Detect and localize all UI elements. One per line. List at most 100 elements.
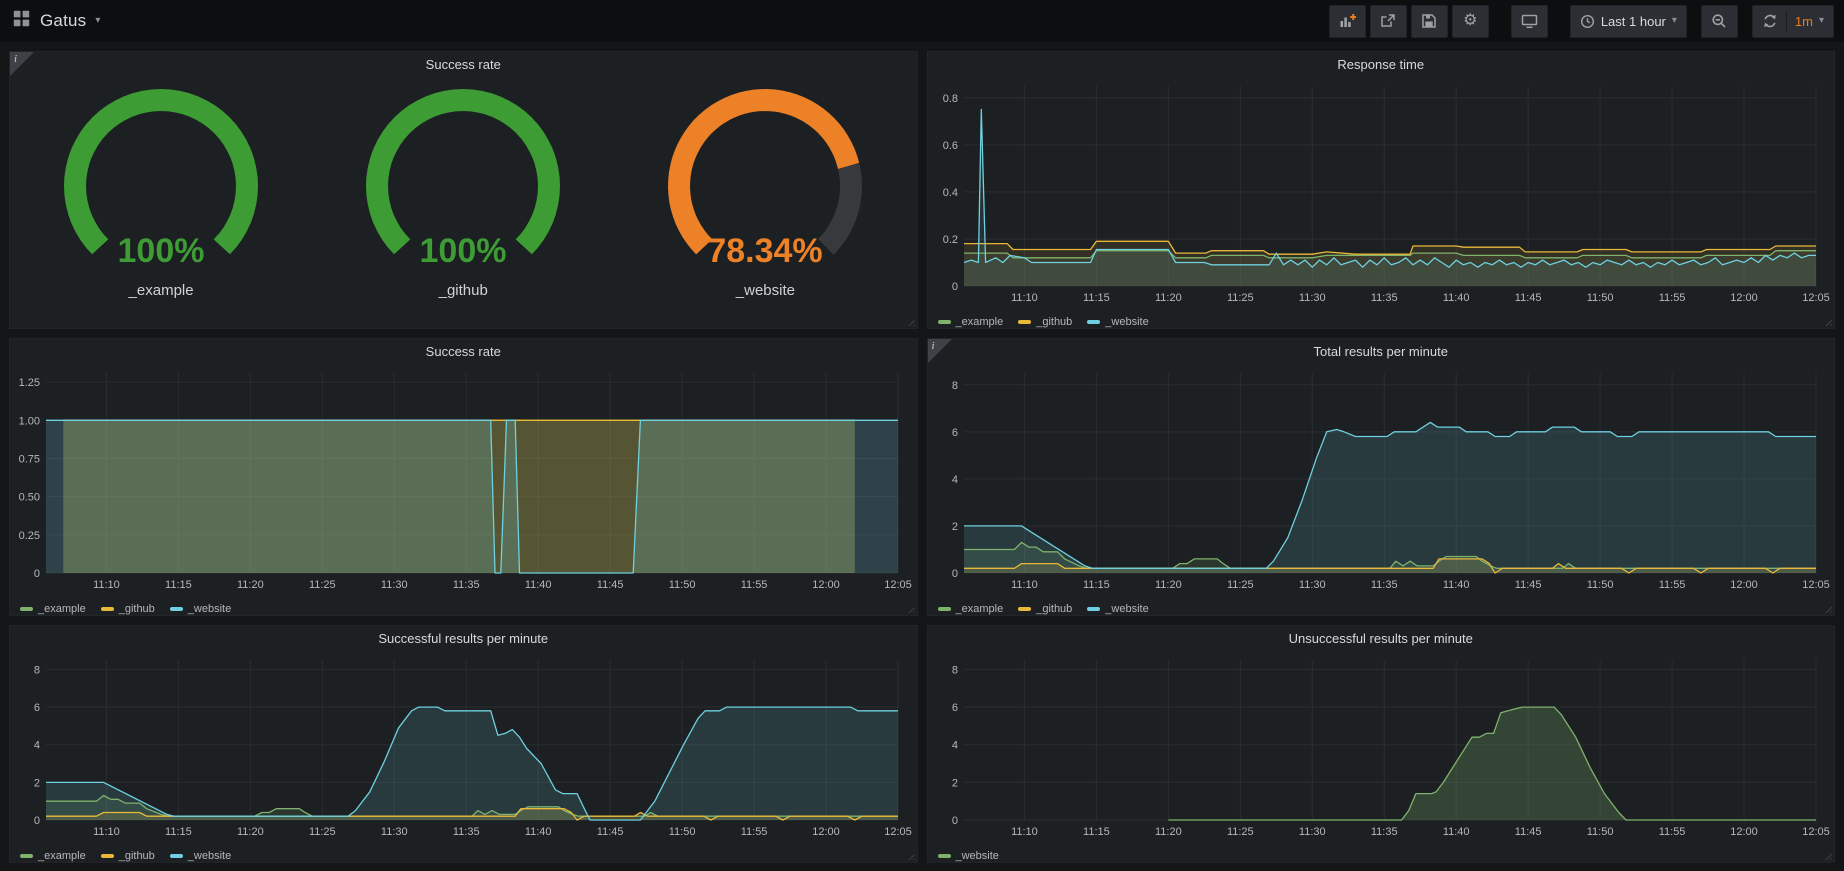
x-tick-label: 11:35	[1370, 826, 1397, 838]
dashboard-grid-icon[interactable]	[12, 9, 31, 33]
legend-series-swatch	[101, 854, 114, 858]
legend-item[interactable]: _github	[1018, 603, 1072, 615]
x-tick-label: 11:35	[453, 826, 480, 838]
legend-series-swatch	[170, 607, 183, 611]
x-tick-label: 11:35	[1370, 292, 1397, 304]
add-panel-icon	[1339, 13, 1356, 29]
x-tick-label: 11:20	[237, 826, 264, 838]
y-tick-label: 2	[34, 777, 40, 789]
panel-info-icon[interactable]: i	[10, 52, 34, 76]
x-tick-label: 12:05	[1802, 826, 1830, 838]
chevron-down-icon: ▾	[95, 16, 100, 26]
panel-title[interactable]: Response time	[928, 52, 1835, 78]
x-tick-label: 12:00	[1730, 292, 1758, 304]
x-tick-label: 11:55	[741, 579, 768, 591]
legend-item[interactable]: _example	[938, 603, 1004, 615]
y-tick-label: 4	[951, 474, 957, 486]
chart-total-results[interactable]: 0246811:1011:1511:2011:2511:3011:3511:40…	[928, 365, 1834, 598]
legend-item[interactable]: _website	[938, 850, 999, 862]
x-tick-label: 11:40	[1442, 579, 1469, 591]
x-tick-label: 11:30	[381, 826, 408, 838]
x-tick-label: 12:05	[884, 826, 912, 838]
chart-unsuccessful-results[interactable]: 0246811:1011:1511:2011:2511:3011:3511:40…	[928, 652, 1834, 845]
chart-legend: _example _github _website	[10, 845, 917, 863]
chart-success-rate[interactable]: 00.250.500.751.001.2511:1011:1511:2011:2…	[10, 365, 916, 598]
legend-series-swatch	[1087, 320, 1100, 324]
dashboard-title[interactable]: Gatus	[40, 11, 86, 31]
y-tick-label: 0	[951, 281, 957, 293]
panel-successful-results: Successful results per minute 0246811:10…	[9, 625, 918, 863]
series-line	[964, 110, 1816, 268]
y-tick-label: 0.8	[942, 93, 957, 105]
panel-title[interactable]: Success rate	[10, 339, 917, 365]
panel-title[interactable]: Total results per minute	[928, 339, 1835, 365]
panel-title[interactable]: Success rate	[10, 52, 917, 78]
x-tick-label: 11:25	[309, 579, 336, 591]
x-tick-label: 12:00	[812, 826, 840, 838]
legend-series-name: _github	[1036, 603, 1072, 615]
x-tick-label: 11:20	[1155, 826, 1182, 838]
legend-item[interactable]: _website	[170, 850, 231, 862]
zoom-out-icon	[1711, 13, 1727, 29]
add-panel-button[interactable]	[1329, 5, 1366, 38]
legend-series-name: _github	[119, 850, 155, 862]
zoom-out-button[interactable]	[1701, 5, 1738, 38]
legend-item[interactable]: _website	[170, 603, 231, 615]
x-tick-label: 12:05	[1802, 579, 1830, 591]
x-tick-label: 11:40	[525, 826, 552, 838]
x-tick-label: 11:15	[1083, 826, 1110, 838]
x-tick-label: 11:45	[597, 826, 624, 838]
legend-series-swatch	[1018, 320, 1031, 324]
gauge: 78.34%_website	[614, 78, 916, 299]
x-tick-label: 11:10	[1011, 292, 1038, 304]
dashboard-picker[interactable]: Gatus ▾	[12, 9, 100, 33]
y-tick-label: 0	[951, 568, 957, 580]
x-tick-label: 11:55	[741, 826, 768, 838]
panel-title[interactable]: Successful results per minute	[10, 626, 917, 652]
chevron-down-icon: ▾	[1672, 16, 1677, 26]
legend-item[interactable]: _example	[20, 603, 86, 615]
x-tick-label: 11:30	[381, 579, 408, 591]
y-tick-label: 6	[34, 702, 40, 714]
settings-button[interactable]: ⚙	[1452, 5, 1489, 38]
time-range-picker[interactable]: Last 1 hour ▾	[1570, 5, 1687, 38]
x-tick-label: 11:35	[453, 579, 480, 591]
legend-item[interactable]: _example	[20, 850, 86, 862]
y-tick-label: 1.00	[19, 415, 40, 427]
x-tick-label: 11:10	[93, 579, 120, 591]
gauge-value: 100%	[420, 232, 507, 270]
x-tick-label: 11:30	[1298, 826, 1325, 838]
chart-successful-results[interactable]: 0246811:1011:1511:2011:2511:3011:3511:40…	[10, 652, 916, 845]
legend-item[interactable]: _github	[1018, 316, 1072, 328]
x-tick-label: 11:25	[1226, 292, 1253, 304]
x-tick-label: 11:30	[1298, 579, 1325, 591]
y-tick-label: 0.75	[19, 453, 40, 465]
legend-item[interactable]: _github	[101, 603, 155, 615]
share-button[interactable]	[1370, 5, 1407, 38]
panel-title[interactable]: Unsuccessful results per minute	[928, 626, 1835, 652]
legend-item[interactable]: _github	[101, 850, 155, 862]
legend-series-name: _github	[119, 603, 155, 615]
x-tick-label: 11:10	[1011, 826, 1038, 838]
legend-item[interactable]: _website	[1087, 316, 1148, 328]
gauge-svg: 78.34%	[614, 78, 916, 282]
legend-item[interactable]: _example	[938, 316, 1004, 328]
refresh-button-group[interactable]: 1m ▾	[1752, 5, 1834, 38]
x-tick-label: 11:15	[1083, 292, 1110, 304]
gauge-svg: 100%	[312, 78, 614, 282]
x-tick-label: 11:25	[1226, 579, 1253, 591]
legend-item[interactable]: _website	[1087, 603, 1148, 615]
x-tick-label: 11:50	[1586, 292, 1613, 304]
chart-response-time[interactable]: 00.20.40.60.811:1011:1511:2011:2511:3011…	[928, 78, 1834, 311]
x-tick-label: 11:45	[1514, 826, 1541, 838]
save-button[interactable]	[1411, 5, 1448, 38]
chart-svg: 0246811:1011:1511:2011:2511:3011:3511:40…	[10, 652, 916, 840]
panel-info-icon[interactable]: i	[928, 339, 952, 363]
clock-icon	[1580, 14, 1595, 29]
gauge: 100%_example	[10, 78, 312, 299]
chart-legend: _example _github _website	[928, 311, 1835, 329]
legend-series-swatch	[170, 854, 183, 858]
y-tick-label: 2	[951, 521, 957, 533]
cycle-view-button[interactable]	[1511, 5, 1548, 38]
chevron-down-icon: ▾	[1819, 16, 1824, 26]
